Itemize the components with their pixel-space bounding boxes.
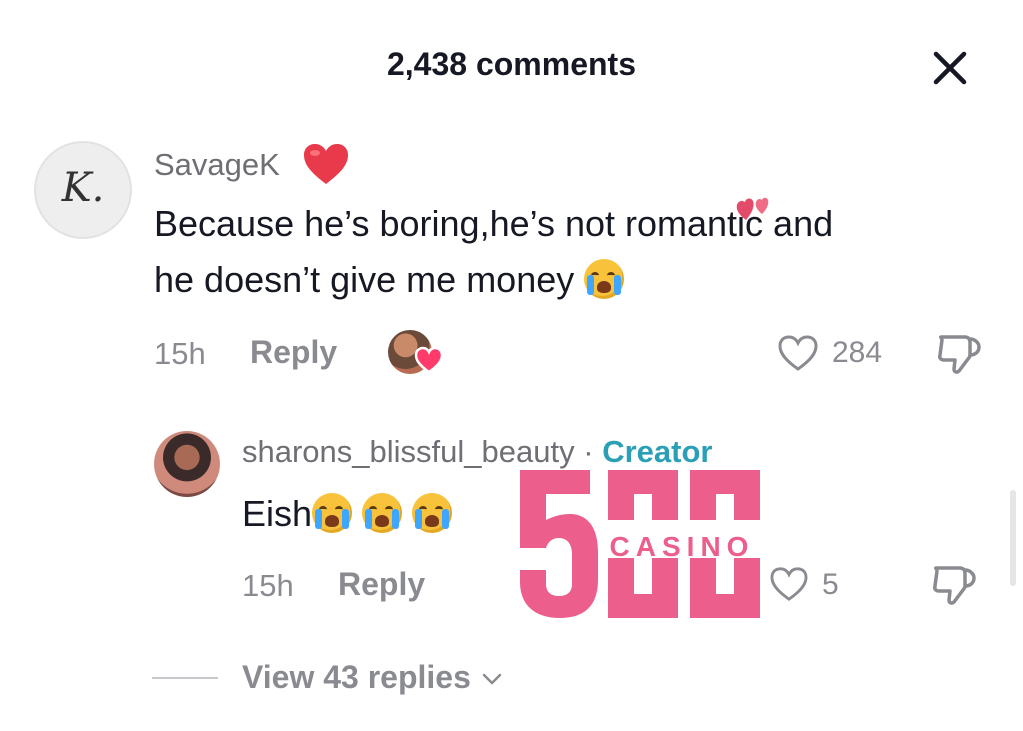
reply-text: Eish	[242, 493, 313, 534]
reply-button[interactable]: Reply	[250, 334, 337, 371]
watermark-word: CASINO	[610, 531, 755, 562]
close-icon[interactable]	[930, 48, 970, 88]
comment-time: 15h	[154, 336, 206, 371]
comment-username[interactable]: SavageK	[154, 147, 280, 183]
loudly-crying-face-icon	[584, 259, 625, 299]
view-replies-label: View 43 replies	[242, 659, 471, 695]
like-heart-icon[interactable]	[777, 334, 819, 372]
comment-text-line-1: Because he’s boring,he’s not romantic an…	[154, 203, 834, 244]
red-heart-icon	[304, 144, 348, 184]
reply-username[interactable]: sharons_blissful_beauty	[242, 434, 575, 469]
like-count: 284	[832, 336, 883, 369]
like-heart-icon[interactable]	[769, 566, 809, 602]
creator-heart-icon	[414, 346, 444, 374]
avatar-letter: K.	[61, 165, 105, 211]
like-count: 5	[822, 568, 839, 601]
loudly-crying-face-icon	[362, 493, 403, 533]
reply-time: 15h	[242, 568, 294, 603]
heart-sticker-icon	[736, 197, 769, 220]
divider	[152, 677, 218, 679]
reply-button-2[interactable]: Reply	[338, 566, 425, 603]
separator-dot: ·	[583, 434, 594, 469]
loudly-crying-face-icon	[412, 493, 453, 533]
dislike-icon[interactable]	[935, 331, 985, 375]
view-replies-button[interactable]: View 43 replies	[242, 659, 503, 696]
dislike-icon[interactable]	[930, 562, 980, 606]
scrollbar[interactable]	[1010, 490, 1016, 586]
reply-username-line: sharons_blissful_beauty · Creator	[242, 434, 712, 470]
username-text: SavageK	[154, 147, 280, 182]
avatar-creator[interactable]	[154, 431, 220, 497]
casino-watermark-logo: CASINO	[520, 470, 760, 618]
reply-text-line: Eish	[242, 486, 453, 542]
avatar[interactable]: K.	[34, 141, 132, 239]
comments-count-title: 2,438 comments	[386, 46, 636, 82]
comment-text-line-2-text: he doesn’t give me money	[154, 259, 575, 300]
chevron-down-icon	[483, 673, 502, 685]
comment-text-line-2: he doesn’t give me money	[154, 252, 625, 308]
creator-badge: Creator	[602, 434, 713, 469]
loudly-crying-face-icon	[312, 493, 353, 533]
